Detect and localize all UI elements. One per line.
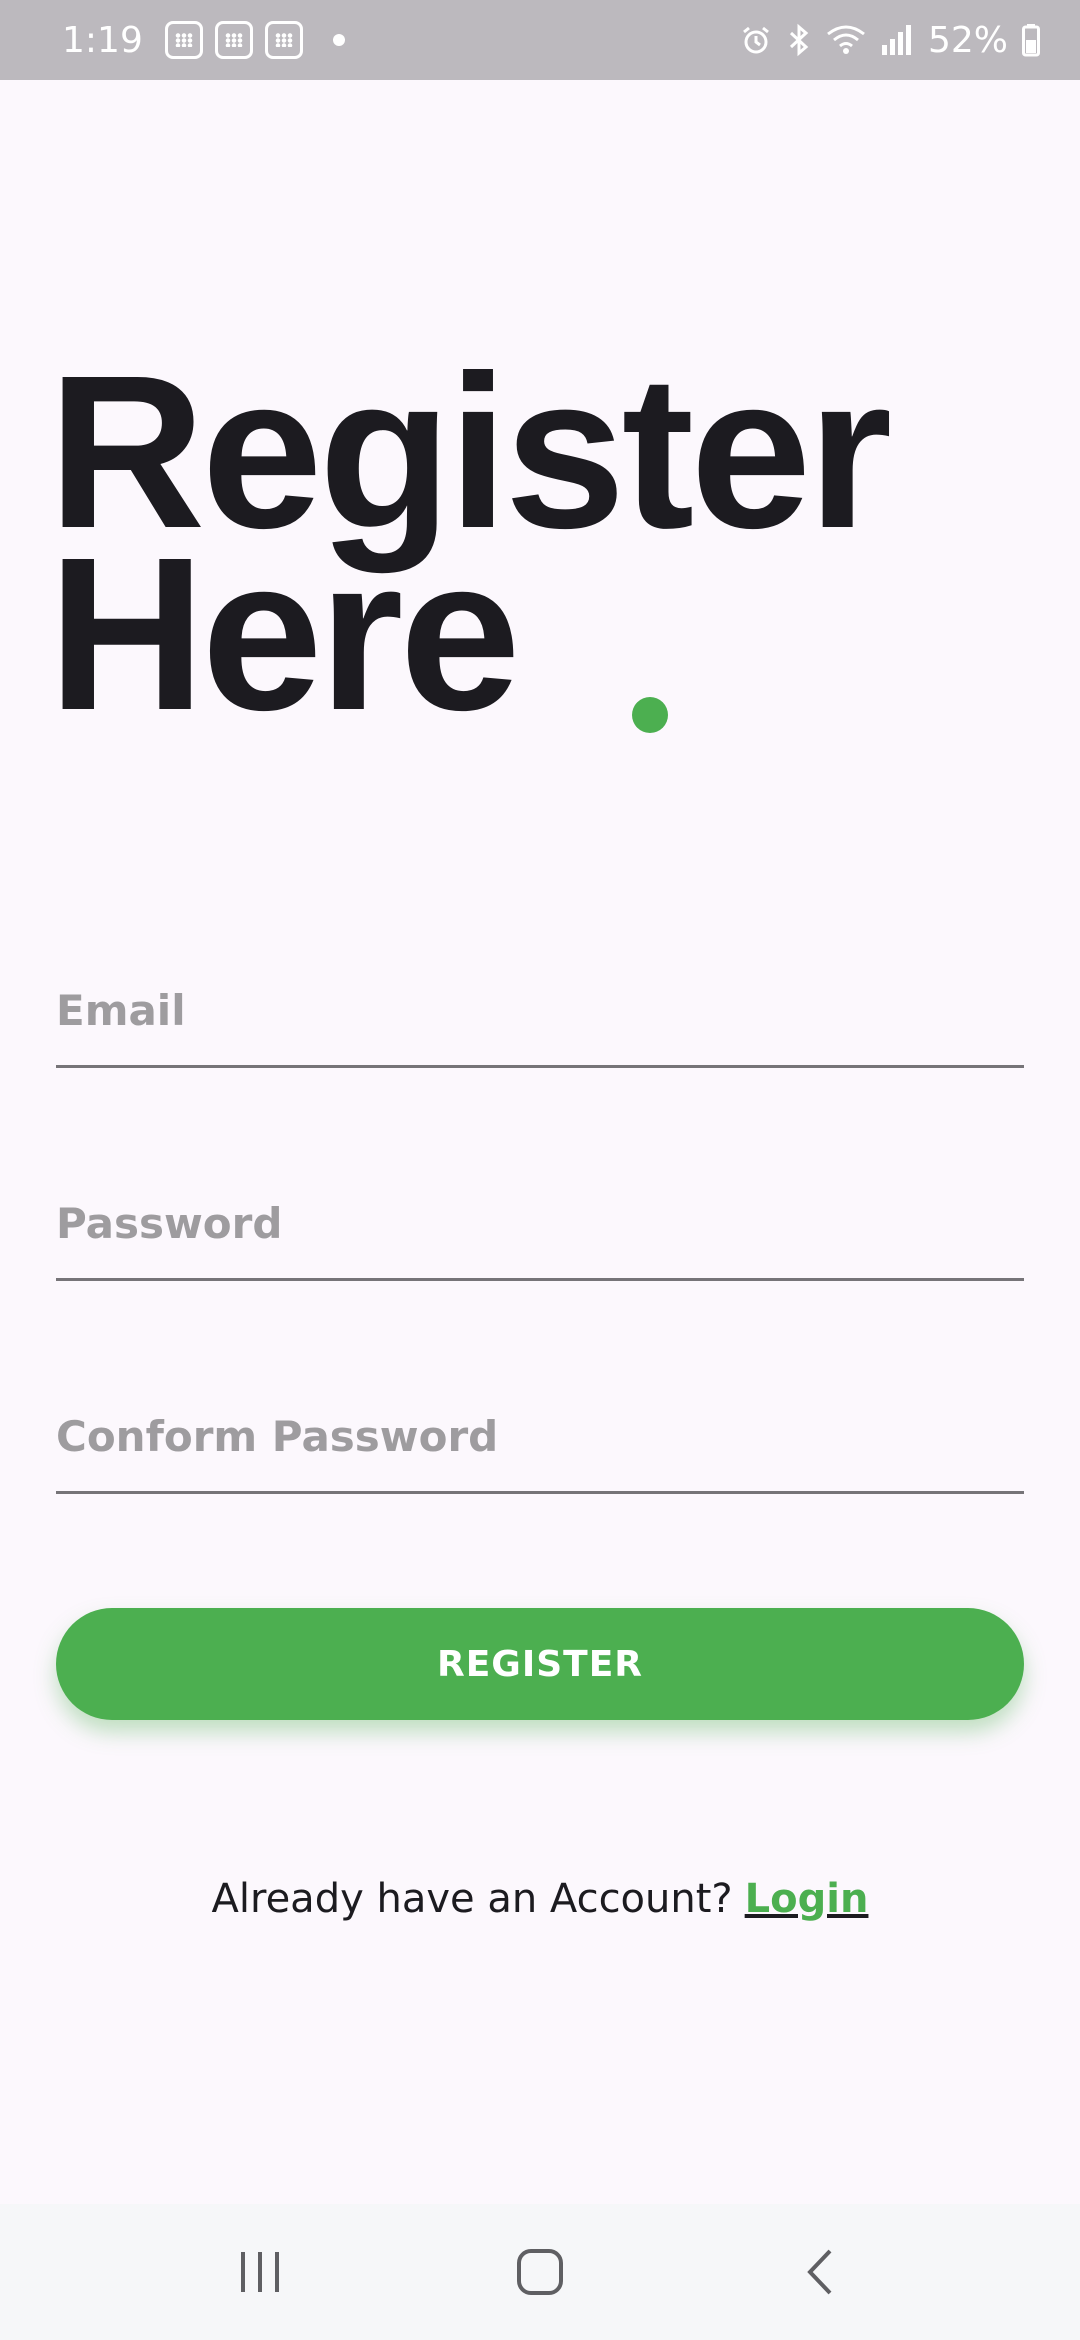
status-bar: 1:19 52% (0, 0, 1080, 80)
confirm-password-field[interactable] (56, 1412, 1024, 1461)
confirm-password-field-container (56, 1384, 1024, 1494)
login-link[interactable]: Login (745, 1876, 869, 1922)
status-time: 1:19 (62, 19, 143, 61)
home-icon[interactable] (480, 2222, 600, 2322)
status-right: 52% (740, 20, 1040, 61)
accent-dot (632, 697, 668, 733)
status-left: 1:19 (62, 20, 345, 61)
navigation-bar (0, 2204, 1080, 2340)
email-field-container (56, 958, 1024, 1068)
more-notifications-dot-icon (332, 34, 345, 46)
register-button[interactable]: REGISTER (56, 1608, 1024, 1720)
back-icon[interactable] (760, 2222, 880, 2322)
bluetooth-icon (786, 23, 812, 57)
page-title: Register Here (48, 344, 892, 744)
login-prompt-text: Already have an Account? (211, 1876, 733, 1922)
app-grid-icon (214, 21, 253, 59)
email-field[interactable] (56, 986, 1024, 1035)
password-field-container (56, 1171, 1024, 1281)
app-grid-icon (164, 21, 203, 59)
password-field[interactable] (56, 1199, 1024, 1248)
battery-icon (1022, 23, 1040, 57)
signal-icon (880, 23, 914, 57)
app-grid-icon (264, 21, 303, 59)
battery-percent: 52% (927, 19, 1008, 61)
login-prompt: Already have an Account? Login (0, 1876, 1080, 1922)
recent-apps-icon[interactable] (200, 2222, 320, 2322)
wifi-icon (826, 24, 866, 56)
register-screen: 1:19 52% Register Here Email REGISTER Al… (0, 0, 1080, 2340)
alarm-icon (740, 24, 772, 56)
